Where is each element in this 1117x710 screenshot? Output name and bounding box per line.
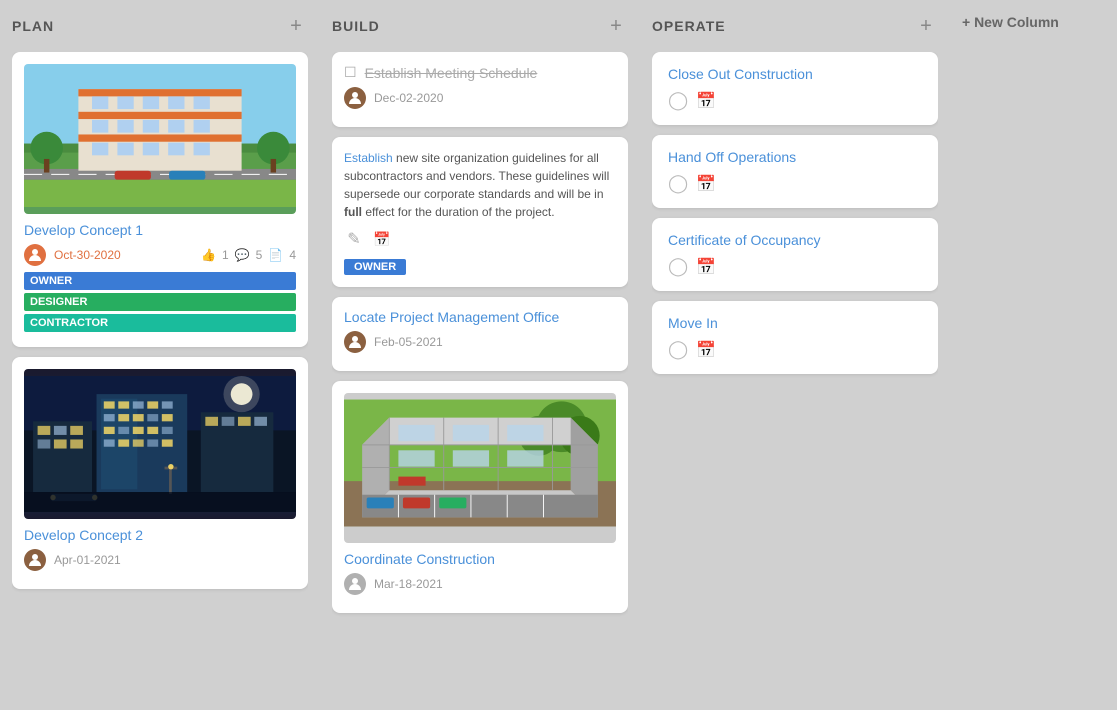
date-locate-pm: Feb-05-2021 [374, 335, 443, 349]
card-certificate-title[interactable]: Certificate of Occupancy [668, 232, 922, 248]
operate-column-title: OPERATE [652, 18, 726, 34]
comment-count: 5 [256, 248, 263, 262]
card-certificate-of-occupancy: Certificate of Occupancy ◯ 📅 [652, 218, 938, 291]
card-close-out-icons: ◯ 📅 [668, 90, 922, 111]
card-locate-pm-title[interactable]: Locate Project Management Office [344, 309, 616, 325]
interactions-develop-concept-1: 👍 1 💬 5 📄 4 [201, 248, 296, 262]
operate-add-button[interactable]: + [914, 14, 938, 38]
card-develop-concept-2: Develop Concept 2 Apr-01-2021 [12, 357, 308, 589]
person-icon-handoff: ◯ [668, 173, 688, 194]
build-cards-container: ☐ Establish Meeting Schedule Dec-02-2020… [332, 52, 628, 700]
avatar-develop-concept-1 [24, 244, 46, 266]
card-image-apartment [24, 64, 296, 214]
card-establish-guidelines: Establish new site organization guidelin… [332, 137, 628, 287]
card-establish-guidelines-icons: ✎ 📅 [344, 229, 616, 249]
card-coordinate-construction-meta: Mar-18-2021 [344, 573, 616, 595]
tag-owner: OWNER [24, 272, 296, 290]
doc-count: 4 [289, 248, 296, 262]
card-establish-meeting: ☐ Establish Meeting Schedule Dec-02-2020 [332, 52, 628, 127]
card-coordinate-construction-title[interactable]: Coordinate Construction [344, 551, 616, 567]
plan-column-title: PLAN [12, 18, 54, 34]
card-establish-meeting-title[interactable]: Establish Meeting Schedule [365, 65, 538, 81]
highlight-establish: Establish [344, 151, 393, 165]
person-icon-certificate: ◯ [668, 256, 688, 277]
plan-column-header: PLAN + [12, 10, 308, 42]
avatar-develop-concept-2 [24, 549, 46, 571]
date-develop-concept-1: Oct-30-2020 [54, 248, 121, 262]
bold-full: full [344, 205, 362, 219]
comment-icon: 💬 [235, 248, 250, 262]
card-movein-icons: ◯ 📅 [668, 339, 922, 360]
card-develop-concept-1-title[interactable]: Develop Concept 1 [24, 222, 296, 238]
calendar-icon-closeout: 📅 [696, 91, 716, 111]
card-move-in: Move In ◯ 📅 [652, 301, 938, 374]
date-develop-concept-2: Apr-01-2021 [54, 553, 121, 567]
card-close-out-title[interactable]: Close Out Construction [668, 66, 922, 82]
card-movein-title[interactable]: Move In [668, 315, 922, 331]
person-icon: ✎ [344, 229, 364, 249]
card-develop-concept-1: Develop Concept 1 Oct-30-2020 👍 1 💬 5 📄 … [12, 52, 308, 347]
operate-column: OPERATE + Close Out Construction ◯ 📅 Han… [640, 0, 950, 710]
new-column-label: + New Column [962, 14, 1059, 30]
build-column-title: BUILD [332, 18, 380, 34]
check-icon: ☐ [344, 64, 357, 81]
tag-designer: DESIGNER [24, 293, 296, 311]
calendar-icon-handoff: 📅 [696, 174, 716, 194]
card-handoff-icons: ◯ 📅 [668, 173, 922, 194]
date-coordinate-construction: Mar-18-2021 [374, 577, 443, 591]
card-locate-pm-meta: Feb-05-2021 [344, 331, 616, 353]
plan-add-button[interactable]: + [284, 14, 308, 38]
card-establish-meeting-meta: Dec-02-2020 [344, 87, 616, 109]
card-image-construction [344, 393, 616, 543]
like-icon: 👍 [201, 248, 216, 262]
card-close-out-construction: Close Out Construction ◯ 📅 [652, 52, 938, 125]
person-icon-closeout: ◯ [668, 90, 688, 111]
card-locate-pm: Locate Project Management Office Feb-05-… [332, 297, 628, 371]
card-develop-concept-2-title[interactable]: Develop Concept 2 [24, 527, 296, 543]
avatar-coordinate-construction [344, 573, 366, 595]
like-count: 1 [222, 248, 229, 262]
date-establish-meeting: Dec-02-2020 [374, 91, 443, 105]
build-column: BUILD + ☐ Establish Meeting Schedule Dec… [320, 0, 640, 710]
card-certificate-icons: ◯ 📅 [668, 256, 922, 277]
kanban-board: PLAN + [0, 0, 1117, 710]
card-develop-concept-2-meta: Apr-01-2021 [24, 549, 296, 571]
card-establish-guidelines-text: Establish new site organization guidelin… [344, 149, 616, 221]
build-add-button[interactable]: + [604, 14, 628, 38]
calendar-icon-certificate: 📅 [696, 257, 716, 277]
card-hand-off-operations: Hand Off Operations ◯ 📅 [652, 135, 938, 208]
plan-cards-container: Develop Concept 1 Oct-30-2020 👍 1 💬 5 📄 … [12, 52, 308, 700]
avatar-establish-meeting [344, 87, 366, 109]
card-coordinate-construction: Coordinate Construction Mar-18-2021 [332, 381, 628, 613]
tag-contractor: CONTRACTOR [24, 314, 296, 332]
avatar-locate-pm [344, 331, 366, 353]
calendar-icon-movein: 📅 [696, 340, 716, 360]
person-icon-movein: ◯ [668, 339, 688, 360]
operate-cards-container: Close Out Construction ◯ 📅 Hand Off Oper… [652, 52, 938, 700]
card-establish-meeting-header: ☐ Establish Meeting Schedule [344, 64, 616, 81]
new-column-button[interactable]: + New Column [950, 0, 1110, 710]
operate-column-header: OPERATE + [652, 10, 938, 42]
card-handoff-title[interactable]: Hand Off Operations [668, 149, 922, 165]
owner-tag-establish: OWNER [344, 259, 406, 275]
calendar-icon: 📅 [372, 229, 392, 249]
build-column-header: BUILD + [332, 10, 628, 42]
card-develop-concept-1-meta: Oct-30-2020 👍 1 💬 5 📄 4 [24, 244, 296, 266]
doc-icon: 📄 [268, 248, 283, 262]
plan-column: PLAN + [0, 0, 320, 710]
card-image-glass [24, 369, 296, 519]
